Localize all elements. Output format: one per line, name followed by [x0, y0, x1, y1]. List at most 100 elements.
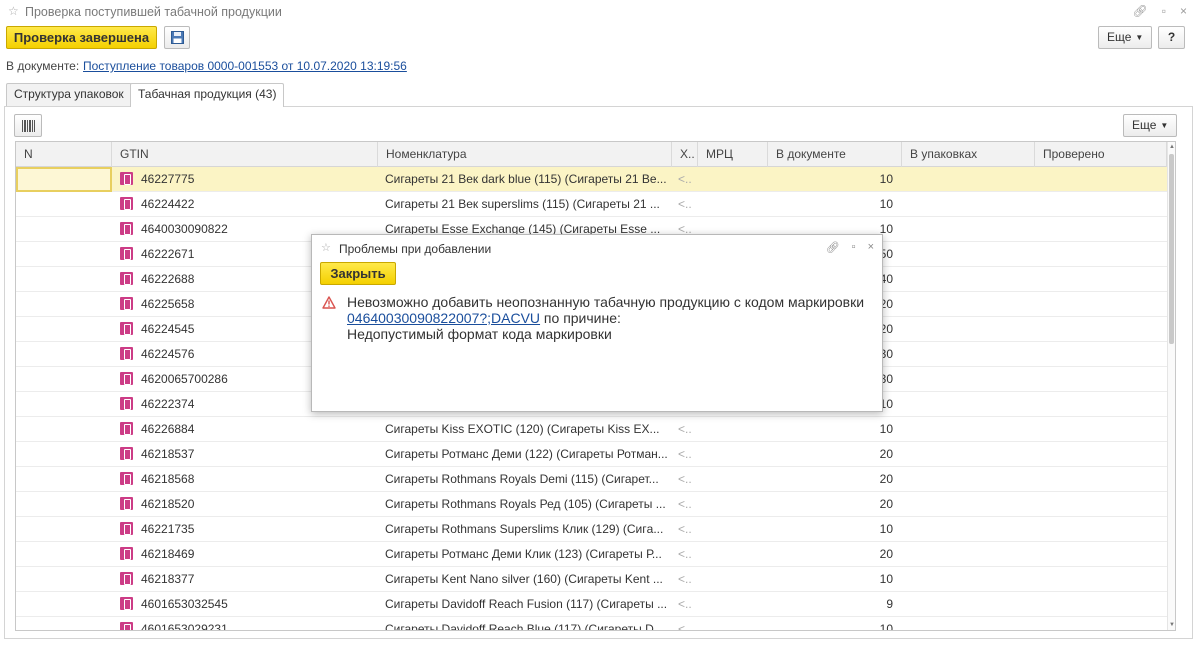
- cell-n[interactable]: [16, 417, 112, 442]
- cell-nomenclature[interactable]: Сигареты Rothmans Royals Ред (105) (Сига…: [385, 492, 667, 517]
- cell-x[interactable]: <..: [678, 567, 702, 592]
- cell-x[interactable]: <..: [678, 417, 702, 442]
- scroll-up-icon[interactable]: ▲: [1169, 144, 1175, 150]
- close-icon[interactable]: ×: [1180, 4, 1187, 18]
- cell-nomenclature[interactable]: Сигареты Davidoff Reach Fusion (117) (Си…: [385, 592, 667, 617]
- cell-nomenclature[interactable]: Сигареты 21 Век superslims (115) (Сигаре…: [385, 192, 667, 217]
- table-row[interactable]: 46226884 Сигареты Kiss EXOTIC (120) (Сига…: [16, 417, 1167, 442]
- column-header-checked[interactable]: Проверено: [1035, 142, 1167, 167]
- cell-in-document[interactable]: 10: [768, 192, 893, 217]
- barcode-button[interactable]: [14, 114, 42, 137]
- vertical-scrollbar[interactable]: ▲ ▼: [1167, 142, 1175, 630]
- cell-x[interactable]: <..: [678, 167, 702, 192]
- table-row[interactable]: 46218469 Сигареты Ротманс Деми Клик (123)…: [16, 542, 1167, 567]
- document-link[interactable]: Поступление товаров 0000-001553 от 10.07…: [83, 59, 407, 73]
- cell-n[interactable]: [16, 492, 112, 517]
- cell-n[interactable]: [16, 617, 112, 630]
- column-header-gtin[interactable]: GTIN: [112, 142, 378, 167]
- cell-n[interactable]: [16, 592, 112, 617]
- cell-x[interactable]: <..: [678, 542, 702, 567]
- tab-tobacco-products[interactable]: Табачная продукция (43): [130, 83, 285, 107]
- column-header-n[interactable]: N: [16, 142, 112, 167]
- cell-nomenclature[interactable]: Сигареты Rothmans Royals Demi (115) (Сиг…: [385, 467, 667, 492]
- check-complete-button[interactable]: Проверка завершена: [6, 26, 157, 49]
- cell-in-document[interactable]: 10: [768, 417, 893, 442]
- cell-x[interactable]: <..: [678, 467, 702, 492]
- cell-in-document[interactable]: 10: [768, 617, 893, 630]
- cell-n[interactable]: [16, 167, 112, 192]
- table-row[interactable]: 46218537 Сигареты Ротманс Деми (122) (Сиг…: [16, 442, 1167, 467]
- cell-n[interactable]: [16, 467, 112, 492]
- cell-in-document[interactable]: 20: [768, 492, 893, 517]
- link-icon[interactable]: 🔗︎: [1132, 4, 1147, 18]
- column-header-nomenclature[interactable]: Номенклатура: [378, 142, 672, 167]
- cell-nomenclature[interactable]: Сигареты Ротманс Деми Клик (123) (Сигаре…: [385, 542, 667, 567]
- cell-in-document[interactable]: 20: [768, 467, 893, 492]
- cell-nomenclature[interactable]: Сигареты Davidoff Reach Blue (117) (Сига…: [385, 617, 667, 630]
- cell-n[interactable]: [16, 517, 112, 542]
- cell-gtin[interactable]: 46218537: [120, 442, 382, 467]
- grid-more-button[interactable]: Еще ▼: [1123, 114, 1178, 137]
- cell-n[interactable]: [16, 217, 112, 242]
- table-row[interactable]: 46218520 Сигареты Rothmans Royals Ред (10…: [16, 492, 1167, 517]
- cell-nomenclature[interactable]: Сигареты Kent Nano silver (160) (Сигарет…: [385, 567, 667, 592]
- cell-nomenclature[interactable]: Сигареты Rothmans Superslims Клик (129) …: [385, 517, 667, 542]
- table-row[interactable]: 46224422 Сигареты 21 Век superslims (115)…: [16, 192, 1167, 217]
- table-row[interactable]: 46221735 Сигареты Rothmans Superslims Кли…: [16, 517, 1167, 542]
- tab-package-structure[interactable]: Структура упаковок: [6, 83, 132, 106]
- marking-code-link[interactable]: 04640030090822007?;DACVU: [347, 310, 540, 326]
- cell-n[interactable]: [16, 442, 112, 467]
- cell-n[interactable]: [16, 567, 112, 592]
- cell-gtin[interactable]: 46221735: [120, 517, 382, 542]
- cell-x[interactable]: <..: [678, 442, 702, 467]
- table-row[interactable]: 46227775 Сигареты 21 Век dark blue (115) …: [16, 167, 1167, 192]
- cell-x[interactable]: <..: [678, 517, 702, 542]
- cell-n[interactable]: [16, 317, 112, 342]
- cell-x[interactable]: <..: [678, 592, 702, 617]
- table-row[interactable]: 4601653029231 Сигареты Davidoff Reach Blu…: [16, 617, 1167, 630]
- cell-x[interactable]: <..: [678, 617, 702, 630]
- cell-n[interactable]: [16, 242, 112, 267]
- maximize-icon[interactable]: ▫: [852, 241, 856, 254]
- cell-gtin[interactable]: 46218377: [120, 567, 382, 592]
- more-button[interactable]: Еще ▼: [1098, 26, 1153, 49]
- save-button[interactable]: [164, 26, 190, 49]
- cell-in-document[interactable]: 10: [768, 167, 893, 192]
- cell-in-document[interactable]: 10: [768, 517, 893, 542]
- cell-n[interactable]: [16, 392, 112, 417]
- cell-gtin[interactable]: 46226884: [120, 417, 382, 442]
- cell-in-document[interactable]: 10: [768, 567, 893, 592]
- maximize-icon[interactable]: ▫: [1162, 4, 1166, 18]
- cell-n[interactable]: [16, 267, 112, 292]
- cell-n[interactable]: [16, 367, 112, 392]
- cell-in-document[interactable]: 20: [768, 542, 893, 567]
- cell-gtin[interactable]: 46227775: [120, 167, 382, 192]
- link-icon[interactable]: 🔗︎: [826, 241, 840, 254]
- favorite-star-icon[interactable]: ☆: [8, 4, 19, 18]
- cell-in-document[interactable]: 9: [768, 592, 893, 617]
- cell-x[interactable]: <..: [678, 192, 702, 217]
- column-header-x[interactable]: Х..: [672, 142, 698, 167]
- cell-gtin[interactable]: 4601653029231: [120, 617, 382, 630]
- cell-gtin[interactable]: 4601653032545: [120, 592, 382, 617]
- cell-in-document[interactable]: 20: [768, 442, 893, 467]
- column-header-in-document[interactable]: В документе: [768, 142, 902, 167]
- close-icon[interactable]: ×: [868, 241, 874, 254]
- cell-n[interactable]: [16, 342, 112, 367]
- cell-n[interactable]: [16, 542, 112, 567]
- cell-gtin[interactable]: 46218520: [120, 492, 382, 517]
- cell-n[interactable]: [16, 192, 112, 217]
- cell-n[interactable]: [16, 292, 112, 317]
- favorite-star-icon[interactable]: ☆: [321, 241, 331, 254]
- column-header-mrc[interactable]: МРЦ: [698, 142, 768, 167]
- cell-x[interactable]: <..: [678, 492, 702, 517]
- table-row[interactable]: 46218568 Сигареты Rothmans Royals Demi (1…: [16, 467, 1167, 492]
- cell-nomenclature[interactable]: Сигареты Kiss EXOTIC (120) (Сигареты Kis…: [385, 417, 667, 442]
- close-button[interactable]: Закрыть: [320, 262, 396, 285]
- scroll-down-icon[interactable]: ▼: [1169, 622, 1175, 628]
- help-button[interactable]: ?: [1158, 26, 1185, 49]
- cell-gtin[interactable]: 46218568: [120, 467, 382, 492]
- cell-gtin[interactable]: 46224422: [120, 192, 382, 217]
- table-row[interactable]: 46218377 Сигареты Kent Nano silver (160) …: [16, 567, 1167, 592]
- column-header-in-packages[interactable]: В упаковках: [902, 142, 1035, 167]
